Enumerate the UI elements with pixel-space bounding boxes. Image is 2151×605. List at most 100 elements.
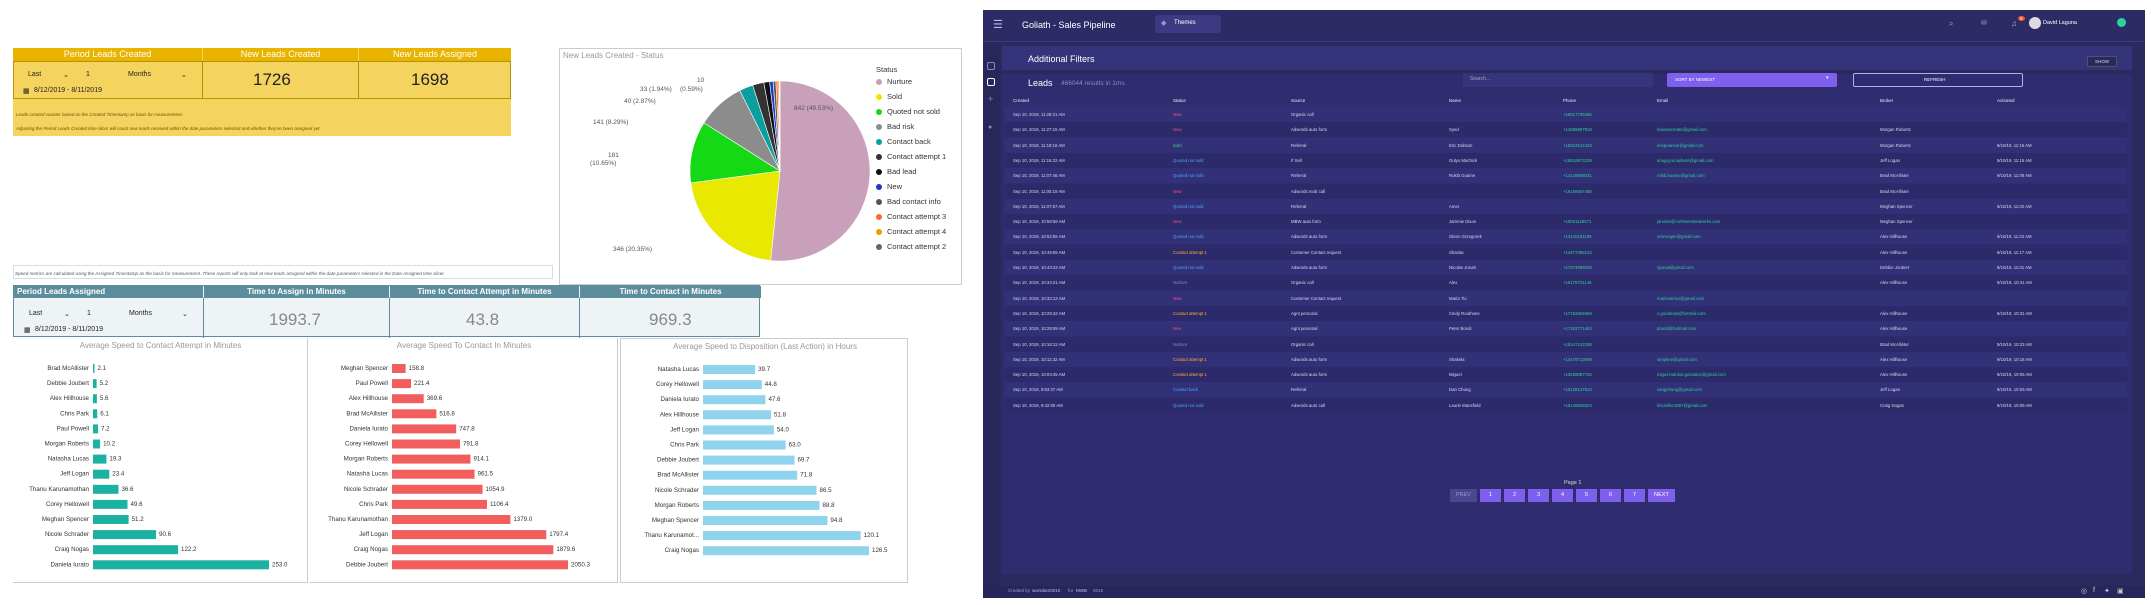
bar	[392, 409, 437, 419]
footer-org[interactable]: MWB	[1076, 588, 1087, 593]
legend-swatch	[876, 94, 882, 101]
table-cell: Shakela	[1449, 356, 1465, 362]
assigned-months-select[interactable]: Months	[129, 310, 152, 317]
twitter-icon[interactable]: ✦	[2104, 587, 2110, 595]
footer-author[interactable]: warsdam0010	[1032, 588, 1060, 593]
bar-value-label: 23.4	[112, 471, 125, 478]
page-button[interactable]: 1	[1480, 489, 1501, 502]
pie-label-842: 842 (49.53%)	[794, 105, 834, 112]
bar-value-label: 10.2	[103, 441, 116, 448]
chevron-down-icon[interactable]: ⌄	[181, 71, 187, 79]
legend-item[interactable]: Contact back	[876, 137, 946, 146]
period-unit-select[interactable]: Last	[28, 71, 41, 78]
table-cell: 9/10/19, 10:16 AM	[1997, 356, 2032, 362]
legend-item[interactable]: Quoted not sold	[876, 107, 946, 116]
palette-icon[interactable]: ◆	[1161, 19, 1166, 27]
table-cell: Gulyo Machick	[1449, 157, 1478, 163]
chevron-down-icon[interactable]: ⌄	[64, 310, 70, 318]
search-icon[interactable]: ⌕	[1949, 19, 1953, 29]
bar	[703, 395, 766, 405]
linkedin-icon[interactable]: ▣	[2117, 587, 2124, 595]
sidebar-add-icon[interactable]: +	[988, 94, 993, 104]
search-input[interactable]	[1463, 73, 1653, 87]
speed-note-border	[13, 265, 553, 279]
table-cell: New	[1173, 112, 1182, 117]
legend-item[interactable]: Contact attempt 2	[876, 242, 946, 251]
footer-for: for	[1068, 588, 1074, 593]
legend-item[interactable]: New	[876, 182, 946, 191]
powerbi-report: Period Leads Created New Leads Created N…	[0, 0, 983, 605]
bar	[392, 545, 554, 555]
legend-item[interactable]: Contact attempt 3	[876, 212, 946, 221]
column-header: Broker	[1880, 98, 1894, 103]
table-cell: Peter Bondi	[1449, 326, 1472, 332]
bar-category-label: Natasha Lucas	[48, 456, 89, 463]
mail-icon[interactable]: ✉	[1981, 19, 1987, 27]
legend-item[interactable]: Contact attempt 1	[876, 152, 946, 161]
table-cell: Contact attempt 1	[1173, 310, 1207, 316]
period-months-select[interactable]: Months	[128, 71, 151, 78]
bar-category-label: Debbie Joubert	[657, 457, 699, 464]
bar-value-label: 158.8	[409, 365, 425, 372]
table-cell: Organic call	[1291, 280, 1314, 286]
assigned-unit-select[interactable]: Last	[29, 310, 42, 317]
bar-category-label: Jeff Logan	[670, 426, 699, 433]
legend-item[interactable]: Nurture	[876, 77, 946, 86]
page-button[interactable]: 3	[1528, 489, 1549, 502]
table-cell: Sep 10, 2019, 11:15:22 AM	[1013, 157, 1065, 163]
bar	[392, 560, 568, 570]
page-button[interactable]: 4	[1552, 489, 1573, 502]
bar	[392, 364, 406, 373]
legend-item[interactable]: Bad contact info	[876, 197, 946, 206]
table-cell: Adwords auto form	[1291, 234, 1328, 240]
legend-item[interactable]: Bad risk	[876, 122, 946, 131]
avatar[interactable]	[2029, 17, 2041, 29]
facebook-icon[interactable]: f	[2093, 587, 2095, 594]
bar-category-label: Jeff Logan	[60, 471, 89, 478]
legend-item[interactable]: Bad lead	[876, 167, 946, 176]
bar-category-label: Debbie Joubert	[47, 380, 89, 387]
page-button[interactable]: 2	[1504, 489, 1525, 502]
filters-title: Additional Filters	[1028, 54, 1095, 64]
new-leads-assigned-header: New Leads Assigned	[359, 48, 511, 61]
assigned-number-input[interactable]: 1	[87, 310, 91, 317]
filters-show-button[interactable]: SHOW	[2087, 56, 2117, 67]
page-button[interactable]: 5	[1576, 489, 1597, 502]
bar-value-label: 1797.4	[549, 531, 568, 538]
bar-value-label: 914.1	[473, 456, 489, 463]
sidebar-home-icon[interactable]	[987, 62, 995, 70]
table-cell: Agnt personal	[1291, 310, 1318, 316]
bar	[93, 454, 107, 464]
page-button[interactable]: 7	[1624, 489, 1645, 502]
table-cell: Contact attempt 1	[1173, 372, 1207, 378]
table-cell: +14088697919	[1563, 127, 1592, 133]
prev-page-button[interactable]: PREV	[1450, 489, 1477, 502]
legend-swatch	[876, 229, 882, 236]
bell-icon[interactable]: ♫	[2011, 19, 2017, 28]
created-note-1: Leads created counter based on the Creat…	[16, 112, 184, 117]
next-page-button[interactable]: NEXT	[1648, 489, 1675, 502]
table-cell: Shanita	[1449, 249, 1464, 255]
legend-item[interactable]: Contact attempt 4	[876, 227, 946, 236]
page-button[interactable]: 6	[1600, 489, 1621, 502]
sidebar-leads-icon[interactable]	[987, 78, 995, 86]
period-number-input[interactable]: 1	[86, 71, 90, 78]
bar-value-label: 54.0	[777, 426, 790, 433]
bar	[392, 484, 483, 494]
table-cell: Amer	[1449, 203, 1460, 209]
chevron-down-icon[interactable]: ⌄	[182, 310, 188, 318]
legend-item[interactable]: Sold	[876, 92, 946, 101]
calendar-icon[interactable]: ▦	[24, 326, 31, 334]
sidebar-settings-icon[interactable]: ●	[988, 124, 992, 131]
github-icon[interactable]: ◎	[2081, 587, 2087, 595]
hamburger-icon[interactable]: ☰	[993, 18, 1003, 31]
bar	[703, 516, 828, 525]
themes-label[interactable]: Themes	[1174, 20, 1196, 26]
user-name[interactable]: David Laguna	[2043, 20, 2077, 26]
bar	[703, 485, 817, 495]
bar	[392, 469, 475, 479]
bar-value-label: 19.3	[109, 456, 122, 463]
table-cell: Sep 10, 2019, 10:43:43 AM	[1013, 265, 1066, 270]
calendar-icon[interactable]: ▦	[23, 87, 30, 95]
chevron-down-icon[interactable]: ⌄	[63, 71, 69, 79]
